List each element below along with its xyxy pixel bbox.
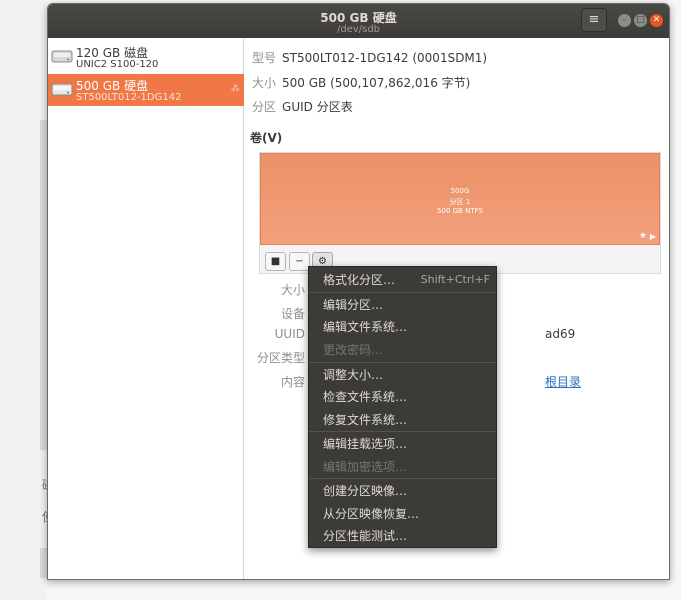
- partitioning-value: GUID 分区表: [282, 100, 353, 114]
- partitioning-row: 分区 GUID 分区表: [252, 98, 353, 115]
- detail-uuid-value: ad69: [545, 327, 576, 341]
- background-window-edge-2: [40, 548, 47, 578]
- close-button[interactable]: ✕: [650, 14, 663, 27]
- menu-item-repair-filesystem[interactable]: 修复文件系统…: [309, 409, 496, 431]
- menu-item-label: 编辑加密选项…: [323, 460, 408, 474]
- maximize-icon: □: [636, 15, 645, 25]
- titlebar: 500 GB 硬盘 /dev/sdb ≡ – □ ✕: [48, 4, 669, 38]
- menu-item-edit-filesystem[interactable]: 编辑文件系统…: [309, 316, 496, 338]
- volumes-heading: 卷(V): [250, 131, 283, 145]
- detail-uuid-label: UUID: [274, 327, 305, 341]
- menu-item-check-filesystem[interactable]: 检查文件系统…: [309, 386, 496, 408]
- menu-item-label: 编辑文件系统…: [323, 320, 408, 334]
- partition-size-label: 500G: [450, 187, 470, 195]
- size-label: 大小: [252, 76, 277, 90]
- menu-item-change-passphrase: 更改密码…: [309, 339, 496, 361]
- menu-item-shortcut: Shift+Ctrl+F: [420, 273, 490, 286]
- size-row: 大小 500 GB (500,107,862,016 字节): [252, 74, 470, 91]
- menu-item-label: 从分区映像恢复…: [323, 507, 420, 521]
- partition-context-menu: 格式化分区… Shift+Ctrl+F 编辑分区… 编辑文件系统… 更改密码… …: [308, 266, 497, 548]
- menu-separator: [309, 431, 496, 432]
- detail-size-label: 大小: [280, 283, 305, 297]
- hard-drive-icon: [51, 83, 73, 96]
- minus-icon: −: [295, 256, 304, 267]
- detail-device-label: 设备: [280, 307, 305, 321]
- menu-item-edit-mount-options[interactable]: 编辑挂载选项…: [309, 433, 496, 455]
- menu-separator: [309, 478, 496, 479]
- drive-item-500gb[interactable]: 500 GB 硬盘 ST500LT012-1DG142 ⁂: [48, 74, 244, 106]
- model-row: 型号 ST500LT012-1DG142 (0001SDM1): [252, 49, 487, 66]
- stop-icon: ■: [270, 256, 281, 267]
- model-value: ST500LT012-1DG142 (0001SDM1): [282, 51, 488, 65]
- delete-partition-button[interactable]: −: [289, 252, 310, 271]
- menu-item-benchmark-partition[interactable]: 分区性能测试…: [309, 525, 496, 547]
- star-icon: ★: [638, 231, 647, 241]
- background-window-edge: [40, 120, 47, 450]
- menu-item-label: 编辑挂载选项…: [323, 437, 408, 451]
- hard-drive-icon: [51, 50, 73, 63]
- maximize-button[interactable]: □: [634, 14, 647, 27]
- drive-item-120gb[interactable]: 120 GB 磁盘 UNIC2 S100-120: [48, 41, 244, 73]
- partition-name-label: 分区 1: [449, 198, 471, 206]
- size-value: 500 GB (500,107,862,016 字节): [282, 76, 471, 90]
- menu-item-label: 格式化分区…: [323, 273, 396, 287]
- minimize-icon: –: [622, 15, 627, 25]
- play-icon: ▶: [649, 232, 656, 241]
- menu-item-format-partition[interactable]: 格式化分区… Shift+Ctrl+F: [309, 269, 496, 291]
- detail-contents-label: 内容: [280, 375, 305, 389]
- menu-item-label: 创建分区映像…: [323, 484, 408, 498]
- partition-fs-label: 500 GB NTFS: [437, 207, 483, 215]
- unmount-button[interactable]: ■: [265, 252, 286, 271]
- menu-item-edit-encryption-options: 编辑加密选项…: [309, 456, 496, 478]
- partition-block[interactable]: 500G 分区 1 500 GB NTFS ★ ▶: [260, 153, 660, 245]
- window-subtitle: /dev/sdb: [336, 24, 381, 35]
- detail-partition-type-label: 分区类型: [256, 351, 305, 365]
- menu-item-restore-partition-image[interactable]: 从分区映像恢复…: [309, 503, 496, 525]
- drive-list-sidebar: 120 GB 磁盘 UNIC2 S100-120 500 GB 硬盘 ST500…: [48, 38, 244, 579]
- desktop-background: 磁 使: [0, 0, 54, 600]
- minimize-button[interactable]: –: [618, 14, 631, 27]
- drive-model: ST500LT012-1DG142: [76, 92, 182, 103]
- menu-separator: [309, 362, 496, 363]
- drive-model: UNIC2 S100-120: [76, 59, 159, 70]
- model-label: 型号: [252, 51, 277, 65]
- hamburger-menu-button[interactable]: ≡: [581, 8, 607, 32]
- menu-item-edit-partition[interactable]: 编辑分区…: [309, 294, 496, 316]
- menu-item-resize[interactable]: 调整大小…: [309, 364, 496, 386]
- volume-graph: 500G 分区 1 500 GB NTFS ★ ▶ ■ − ⚙: [259, 152, 661, 274]
- drive-activity-icon: ⁂: [231, 84, 240, 94]
- menu-item-label: 调整大小…: [323, 368, 384, 382]
- menu-item-label: 检查文件系统…: [323, 390, 408, 404]
- menu-item-label: 分区性能测试…: [323, 529, 408, 543]
- menu-item-label: 更改密码…: [323, 343, 384, 357]
- menu-item-label: 修复文件系统…: [323, 413, 408, 427]
- partitioning-label: 分区: [252, 100, 277, 114]
- hamburger-icon: ≡: [588, 12, 600, 27]
- menu-item-label: 编辑分区…: [323, 298, 384, 312]
- mount-point-link[interactable]: 根目录: [545, 373, 581, 390]
- menu-separator: [309, 292, 496, 293]
- close-icon: ✕: [652, 15, 661, 25]
- menu-item-create-partition-image[interactable]: 创建分区映像…: [309, 480, 496, 502]
